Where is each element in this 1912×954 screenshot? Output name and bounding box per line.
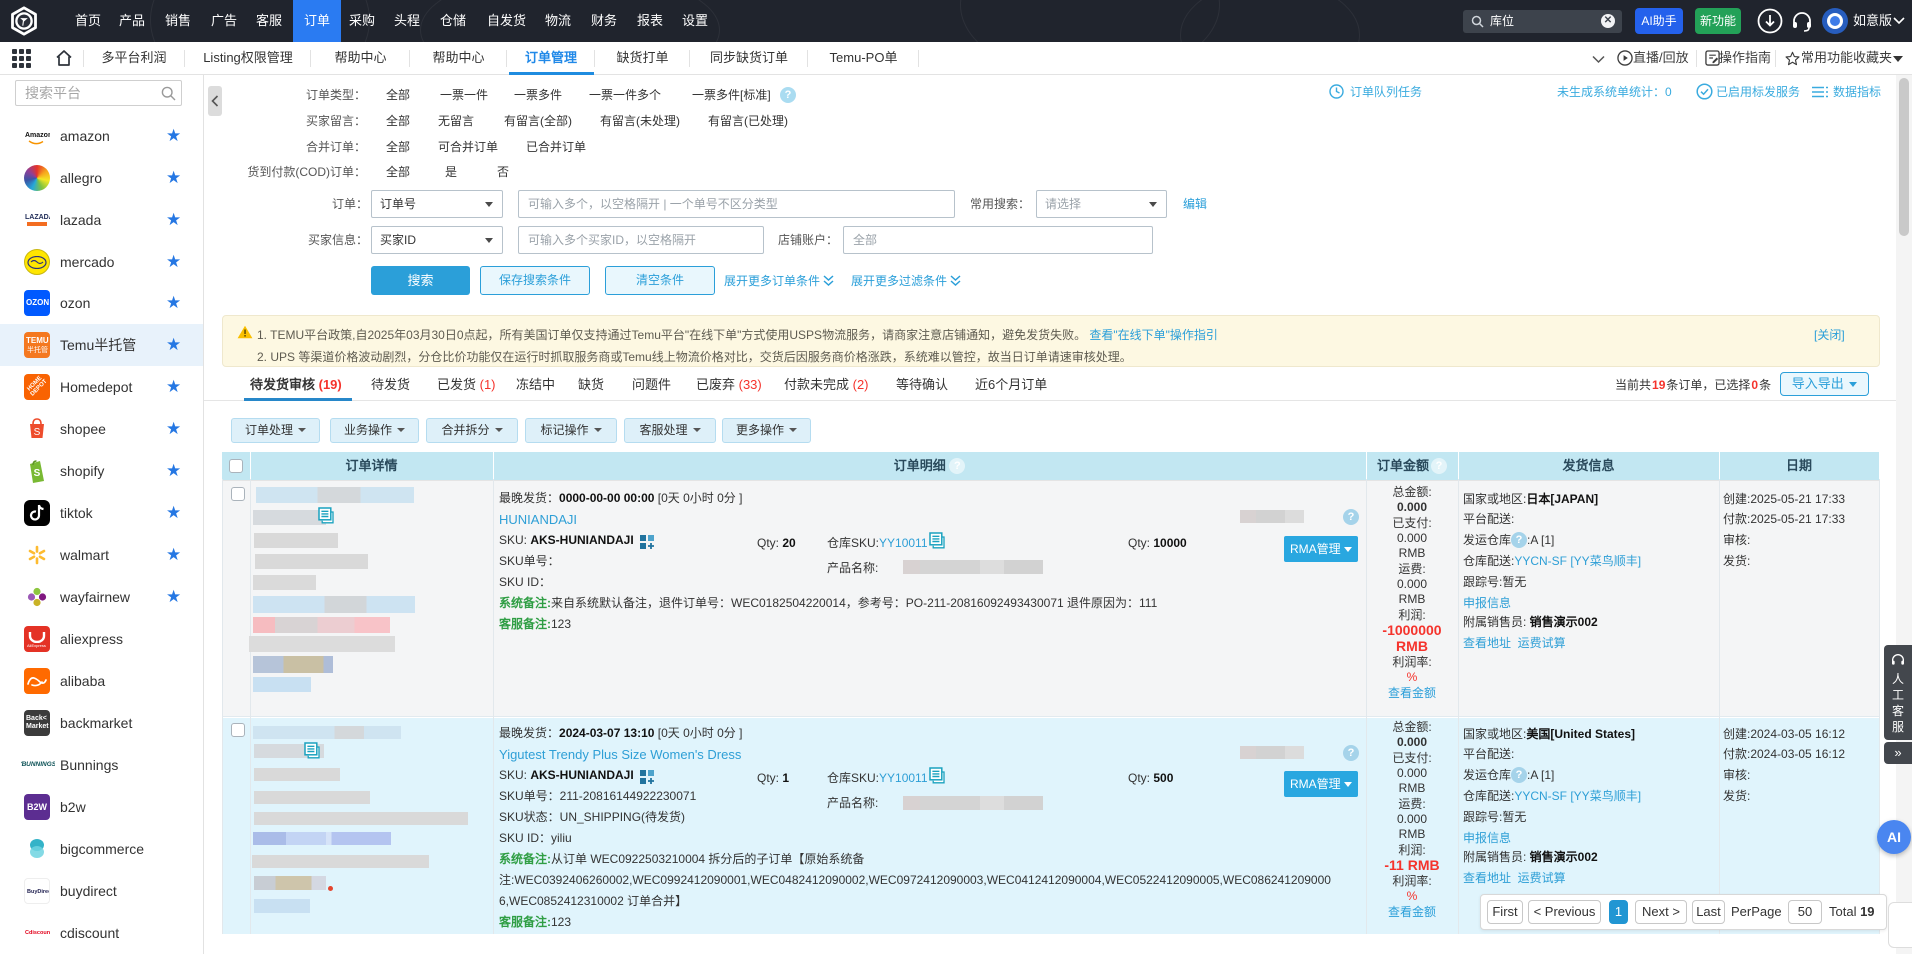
svg-text:S: S	[34, 468, 41, 479]
svg-text:S: S	[34, 427, 41, 438]
